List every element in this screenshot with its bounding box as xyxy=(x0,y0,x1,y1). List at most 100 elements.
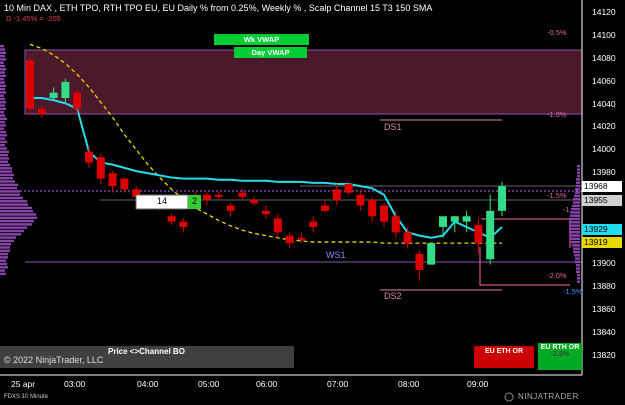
profile-bar xyxy=(0,107,6,111)
profile-bar xyxy=(0,249,10,252)
profile-bar xyxy=(0,243,11,246)
x-tick: 05:00 xyxy=(198,379,220,389)
rth-profile-bar xyxy=(569,221,580,224)
y-tick: 14000 xyxy=(592,144,616,154)
profile-bar xyxy=(0,91,6,94)
candle-body xyxy=(297,237,306,240)
price-tag-13929: 13929 xyxy=(582,224,622,235)
profile-bar xyxy=(0,71,5,74)
profile-bar xyxy=(0,114,5,117)
candle-body xyxy=(344,184,353,193)
y-tick: 13840 xyxy=(592,327,616,337)
rth-profile-bar xyxy=(577,273,580,277)
profile-bar xyxy=(0,153,8,157)
profile-bar xyxy=(0,170,12,173)
day-vwap-button[interactable]: Day VWAP xyxy=(234,47,307,58)
candle-body xyxy=(368,200,377,217)
profile-bar xyxy=(0,111,4,114)
wk-vwap-button[interactable]: Wk VWAP xyxy=(214,34,309,45)
rth-profile-bar xyxy=(573,250,580,254)
candle-body xyxy=(439,216,447,227)
profile-bar xyxy=(0,200,27,203)
candle-body xyxy=(73,92,82,109)
eu-rth-or-button[interactable]: EU RTH OR -2.5% xyxy=(538,343,582,370)
copyright-text: © 2022 NinjaTrader, LLC xyxy=(4,355,104,365)
candle-body xyxy=(498,186,506,211)
price-chart[interactable] xyxy=(0,0,625,405)
pct-label-0-5: -0.5% xyxy=(547,28,567,37)
candle-body xyxy=(49,92,58,98)
eu-eth-or-button[interactable]: EU ETH OR xyxy=(474,346,534,368)
profile-bar xyxy=(0,160,8,163)
profile-bar xyxy=(0,167,12,170)
profile-bar xyxy=(0,183,18,186)
profile-bar xyxy=(0,101,6,104)
rth-profile-bar xyxy=(572,244,580,247)
y-tick: 13980 xyxy=(592,167,616,177)
candle-body xyxy=(474,224,483,244)
profile-bar xyxy=(0,259,6,262)
candle-body xyxy=(250,200,259,204)
profile-bar xyxy=(0,45,4,48)
rth-profile-bar xyxy=(569,231,580,234)
profile-bar xyxy=(0,203,28,206)
y-tick: 14120 xyxy=(592,7,616,17)
profile-bar xyxy=(0,157,9,160)
profile-bar xyxy=(0,144,5,147)
rth-profile-bar xyxy=(577,171,580,174)
eu-eth-or-label: EU ETH OR xyxy=(484,348,524,355)
rth-profile-bar xyxy=(571,207,580,211)
profile-bar xyxy=(0,213,36,216)
x-tick: 25 apr xyxy=(11,379,36,389)
supply-zone xyxy=(24,49,583,115)
profile-bar xyxy=(0,137,5,140)
profile-bar xyxy=(0,61,4,64)
rth-profile-bar xyxy=(575,260,580,264)
candle-body xyxy=(380,205,388,222)
y-tick: 14080 xyxy=(592,53,616,63)
rth-profile-bar xyxy=(569,217,580,221)
candle-body xyxy=(262,210,270,215)
pct-label-1-0: -1.0% xyxy=(547,110,567,119)
pct-label-1-5b: -1.5% xyxy=(563,287,583,296)
x-tick: 08:00 xyxy=(398,379,420,389)
price-channel-button[interactable]: Price <>Channel BO xyxy=(108,347,185,356)
rth-profile-bar xyxy=(570,211,580,214)
y-tick: 13860 xyxy=(592,304,616,314)
profile-bar xyxy=(0,64,5,68)
ds2-label: DS2 xyxy=(384,291,402,301)
candle-body xyxy=(321,205,329,211)
profile-bar xyxy=(0,134,7,137)
profile-bar xyxy=(0,163,10,167)
rth-profile-bar xyxy=(570,234,580,237)
profile-bar xyxy=(0,206,32,210)
profile-bar xyxy=(0,117,7,120)
rth-profile-bar xyxy=(574,194,580,198)
profile-bar xyxy=(0,97,5,101)
candle-body xyxy=(486,210,495,260)
x-tick: 09:00 xyxy=(467,379,489,389)
x-tick: 07:00 xyxy=(327,379,349,389)
y-tick: 13820 xyxy=(592,350,616,360)
profile-bar xyxy=(0,246,10,249)
rth-profile-bar xyxy=(577,165,580,168)
rth-profile-bar xyxy=(574,254,580,257)
chart-title: 10 Min DAX , ETH TPO, RTH TPO EU, EU Dai… xyxy=(4,3,433,13)
rth-profile-bar xyxy=(570,214,580,217)
candle-body xyxy=(273,218,282,233)
scalp-count-right: 2 xyxy=(191,196,197,206)
candle-body xyxy=(427,243,436,265)
profile-bar xyxy=(0,180,15,183)
profile-bar xyxy=(0,120,5,124)
candle-body xyxy=(179,221,188,227)
candle-body xyxy=(238,192,247,197)
profile-bar xyxy=(0,226,27,229)
candle-body xyxy=(226,205,235,211)
y-tick: 13880 xyxy=(592,281,616,291)
rth-profile-bar xyxy=(576,267,580,270)
x-tick: 03:00 xyxy=(64,379,86,389)
profile-bar xyxy=(0,68,6,71)
profile-bar xyxy=(0,140,7,144)
rth-profile-bar xyxy=(572,204,580,207)
rth-profile-bar xyxy=(577,277,580,280)
